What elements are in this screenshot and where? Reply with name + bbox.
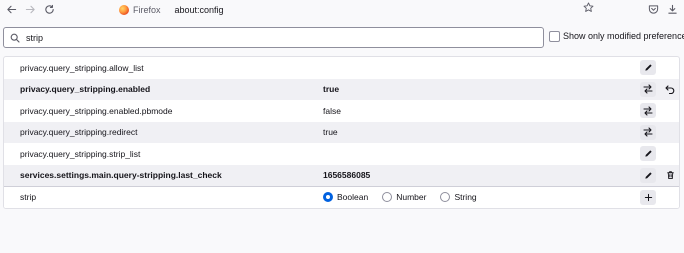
pref-row: privacy.query_stripping.redirect true — [4, 121, 679, 143]
plus-icon — [644, 193, 652, 202]
pref-row: privacy.query_stripping.enabled.pbmode f… — [4, 100, 679, 122]
reload-icon — [44, 4, 54, 14]
toggle-button[interactable] — [640, 81, 656, 97]
new-pref-name: strip — [20, 192, 37, 203]
pref-type-radio-group: Boolean Number String — [323, 192, 491, 202]
firefox-logo-icon — [119, 4, 129, 15]
pencil-icon — [644, 150, 652, 157]
radio-string[interactable]: String — [440, 192, 477, 202]
pref-name: privacy.query_stripping.enabled — [20, 84, 151, 95]
show-modified-label[interactable]: Show only modified preferences — [563, 31, 684, 41]
undo-arrow-icon — [665, 85, 675, 94]
reload-button[interactable] — [42, 2, 56, 16]
pencil-icon — [644, 171, 652, 179]
toggle-button[interactable] — [640, 124, 656, 140]
pref-value: false — [323, 105, 341, 116]
back-button[interactable] — [4, 2, 18, 16]
radio-number-dot[interactable] — [382, 192, 393, 202]
download-icon — [667, 4, 677, 14]
pref-name: privacy.query_stripping.redirect — [20, 127, 138, 138]
pref-name: privacy.query_stripping.enabled.pbmode — [20, 105, 173, 116]
swap-arrows-icon — [643, 84, 653, 94]
delete-button[interactable] — [663, 168, 677, 183]
star-icon — [583, 2, 594, 12]
arrow-left-icon — [6, 5, 16, 13]
preferences-table: privacy.query_stripping.allow_list priva… — [3, 56, 680, 209]
swap-arrows-icon — [643, 105, 653, 116]
pref-row: services.settings.main.query-stripping.l… — [4, 164, 679, 186]
search-value: strip — [26, 32, 44, 43]
pref-value: true — [323, 84, 340, 95]
browser-toolbar: Firefox about:config — [0, 0, 684, 19]
swap-arrows-icon — [643, 127, 653, 137]
pref-value: 1656586085 — [323, 170, 371, 181]
pref-name: privacy.query_stripping.strip_list — [20, 148, 141, 159]
pref-name: services.settings.main.query-stripping.l… — [20, 170, 222, 181]
trash-icon — [666, 171, 674, 180]
url-text[interactable]: about:config — [175, 5, 224, 15]
add-pref-row: strip Boolean Number String — [4, 186, 679, 208]
toggle-button[interactable] — [640, 103, 656, 118]
about-config-page: strip Show only modified preferences pri… — [0, 19, 684, 253]
reset-button[interactable] — [663, 82, 677, 97]
edit-button[interactable] — [640, 60, 656, 75]
radio-boolean[interactable]: Boolean — [323, 192, 368, 202]
radio-string-label[interactable]: String — [454, 192, 476, 202]
radio-boolean-label[interactable]: Boolean — [337, 192, 368, 202]
pref-row: privacy.query_stripping.allow_list — [4, 57, 679, 79]
forward-button[interactable] — [23, 2, 37, 16]
url-bar[interactable]: Firefox about:config — [114, 1, 594, 18]
edit-button[interactable] — [640, 167, 656, 183]
radio-number[interactable]: Number — [382, 192, 426, 202]
bookmark-star-button[interactable] — [583, 2, 594, 16]
add-pref-button[interactable] — [640, 190, 656, 205]
search-row: strip Show only modified preferences — [3, 27, 684, 48]
search-input[interactable]: strip — [3, 27, 544, 48]
radio-number-label[interactable]: Number — [396, 192, 426, 202]
arrow-right-icon — [25, 5, 35, 13]
show-modified-checkbox[interactable] — [549, 31, 560, 42]
pocket-button[interactable] — [646, 2, 660, 16]
downloads-button[interactable] — [665, 2, 679, 16]
search-icon — [10, 33, 20, 43]
identity-label: Firefox — [133, 4, 161, 15]
pref-name: privacy.query_stripping.allow_list — [20, 62, 144, 73]
pref-row: privacy.query_stripping.strip_list — [4, 143, 679, 165]
pref-row: privacy.query_stripping.enabled true — [4, 78, 679, 100]
radio-string-dot[interactable] — [440, 192, 451, 202]
edit-button[interactable] — [640, 146, 656, 161]
pocket-icon — [648, 4, 658, 14]
radio-boolean-dot[interactable] — [323, 192, 333, 202]
pref-value: true — [323, 127, 338, 138]
pencil-icon — [644, 64, 652, 71]
